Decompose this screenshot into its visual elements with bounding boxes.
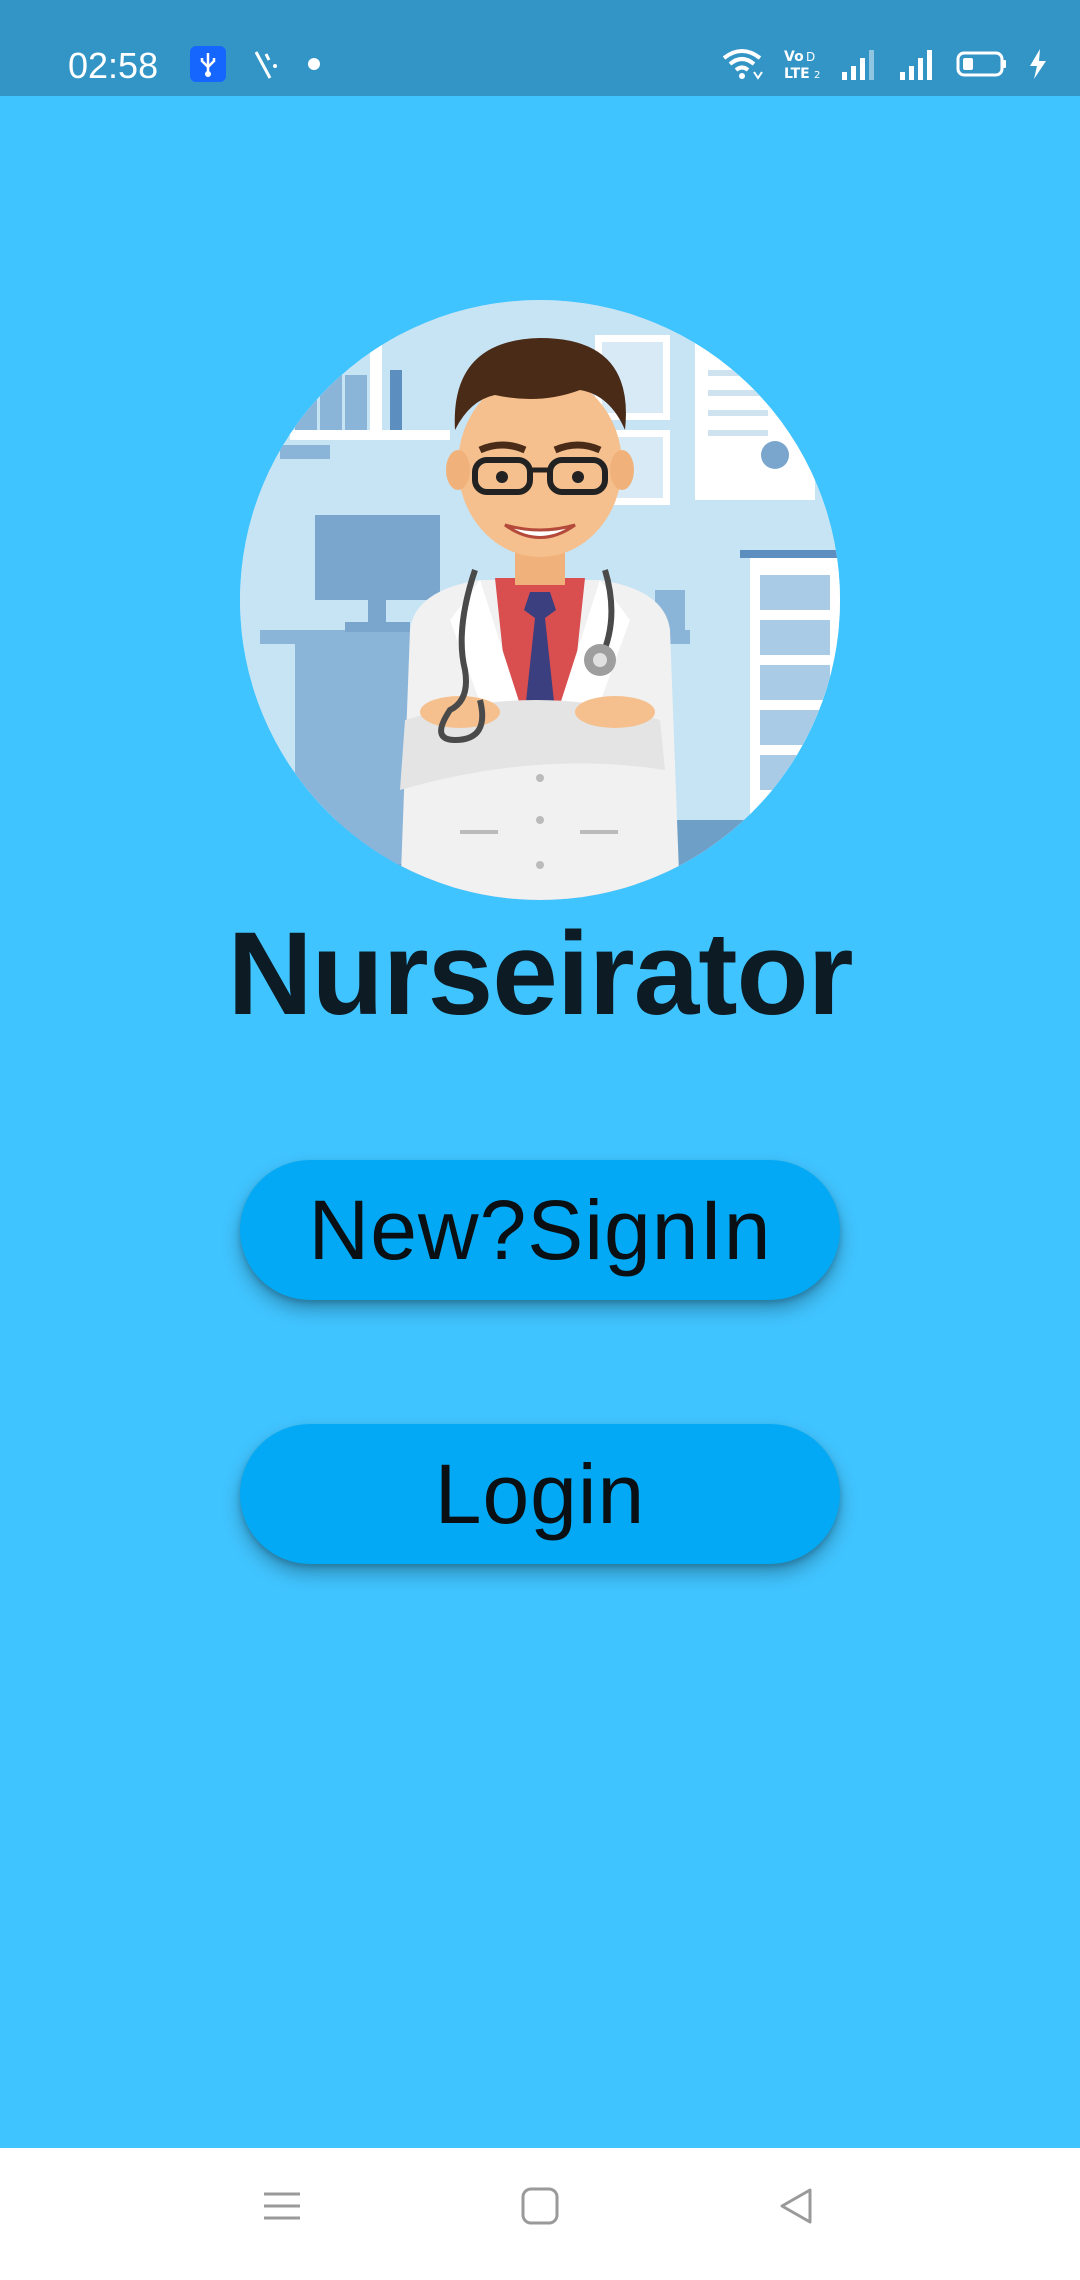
signal-2-icon bbox=[898, 46, 938, 87]
battery-icon bbox=[956, 46, 1008, 87]
navigation-bar bbox=[0, 2148, 1080, 2280]
signin-button[interactable]: New?SignIn bbox=[240, 1160, 840, 1300]
status-time: 02:58 bbox=[68, 45, 159, 86]
svg-text:D: D bbox=[806, 50, 815, 64]
charging-icon bbox=[1026, 46, 1050, 87]
svg-text:Vo: Vo bbox=[784, 49, 804, 65]
home-icon[interactable] bbox=[520, 2186, 560, 2231]
screen-record-icon bbox=[248, 46, 284, 87]
svg-text:2: 2 bbox=[814, 70, 820, 81]
usb-debug-icon bbox=[190, 45, 226, 87]
doctor-illustration-icon bbox=[240, 300, 840, 900]
wifi-icon bbox=[720, 46, 764, 87]
main-content: Nurseirator New?SignIn Login bbox=[0, 96, 1080, 2148]
svg-text:LTE: LTE bbox=[784, 66, 810, 82]
volte-icon: Vo D LTE 2 bbox=[782, 46, 822, 87]
login-button[interactable]: Login bbox=[240, 1424, 840, 1564]
status-bar: 02:58 Vo D LTE 2 bbox=[0, 0, 1080, 96]
notification-dot-icon bbox=[306, 56, 322, 77]
back-icon[interactable] bbox=[776, 2186, 816, 2231]
status-left-icons bbox=[190, 45, 322, 87]
status-right-icons: Vo D LTE 2 bbox=[720, 46, 1050, 86]
signal-1-icon bbox=[840, 46, 880, 87]
menu-icon[interactable] bbox=[262, 2186, 302, 2231]
app-title: Nurseirator bbox=[227, 908, 853, 1040]
doctor-avatar bbox=[240, 300, 840, 900]
